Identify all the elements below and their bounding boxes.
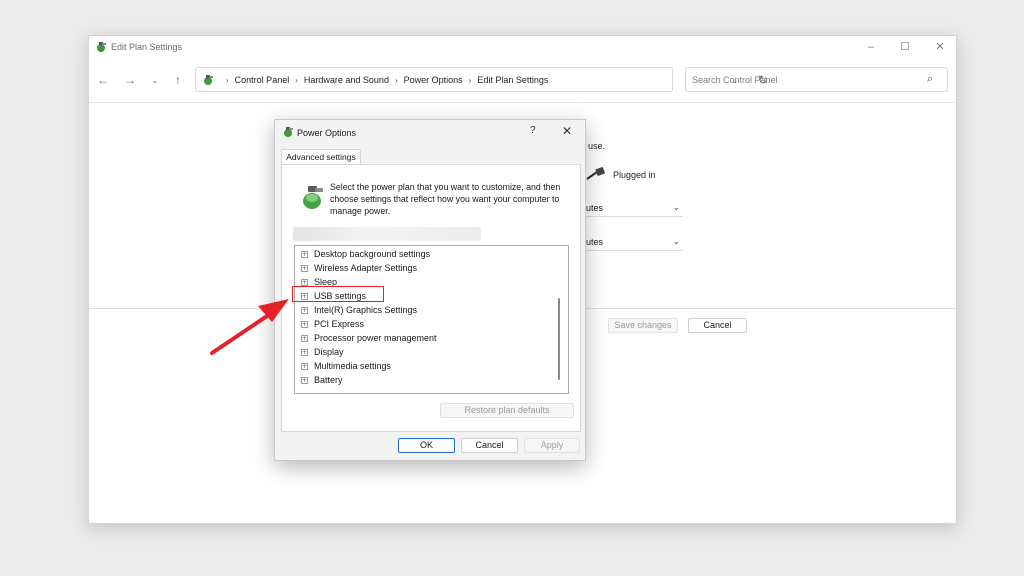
up-arrow-icon[interactable]: ↑ bbox=[170, 72, 186, 88]
tree-item-display[interactable]: + Display bbox=[301, 345, 344, 359]
expand-icon[interactable]: + bbox=[301, 376, 308, 384]
expand-icon[interactable]: + bbox=[301, 278, 308, 286]
expand-icon[interactable]: + bbox=[301, 264, 308, 272]
tree-item-label: Battery bbox=[314, 375, 343, 385]
power-plan-select[interactable] bbox=[293, 227, 481, 241]
address-bar[interactable]: › Control Panel › Hardware and Sound › P… bbox=[195, 67, 768, 92]
back-arrow-icon[interactable]: ← bbox=[95, 72, 111, 88]
tree-item-wireless-adapter[interactable]: + Wireless Adapter Settings bbox=[301, 261, 417, 275]
divider bbox=[89, 102, 956, 103]
breadcrumb-separator-icon: › bbox=[394, 75, 398, 85]
plugged-in-label: Plugged in bbox=[613, 170, 656, 180]
tree-item-label: Intel(R) Graphics Settings bbox=[314, 305, 418, 315]
breadcrumb-separator-icon: › bbox=[468, 75, 472, 85]
dialog-description: Select the power plan that you want to c… bbox=[330, 182, 561, 216]
display-timeout-select[interactable]: inutes ⌄ bbox=[579, 199, 683, 217]
tree-item-multimedia[interactable]: + Multimedia settings bbox=[301, 359, 391, 373]
breadcrumb-separator-icon: › bbox=[226, 75, 229, 85]
usb-settings-highlight-box bbox=[292, 286, 384, 302]
dialog-cancel-button[interactable]: Cancel bbox=[461, 438, 518, 453]
sleep-timeout-select[interactable]: inutes ⌄ bbox=[579, 233, 683, 251]
close-icon[interactable]: ✕ bbox=[933, 40, 947, 54]
tree-item-label: Processor power management bbox=[314, 333, 437, 343]
control-panel-icon bbox=[204, 75, 213, 85]
help-icon[interactable]: ? bbox=[530, 125, 536, 136]
search-icon[interactable]: ⌕ bbox=[927, 73, 933, 86]
restore-plan-defaults-button[interactable]: Restore plan defaults bbox=[440, 403, 574, 418]
maximize-icon[interactable]: ☐ bbox=[898, 40, 912, 54]
minimize-icon[interactable]: – bbox=[864, 40, 878, 54]
save-changes-button[interactable]: Save changes bbox=[608, 318, 678, 333]
battery-plan-icon bbox=[303, 186, 323, 209]
tree-item-pci-express[interactable]: + PCI Express bbox=[301, 317, 364, 331]
breadcrumb-power-options[interactable]: Power Options bbox=[404, 75, 463, 85]
background-text-fragment: use. bbox=[588, 141, 606, 151]
cancel-button[interactable]: Cancel bbox=[688, 318, 747, 333]
dialog-close-icon[interactable]: ✕ bbox=[562, 124, 572, 138]
plug-icon bbox=[586, 167, 605, 180]
expand-icon[interactable]: + bbox=[301, 250, 308, 258]
tab-advanced-settings[interactable]: Advanced settings bbox=[281, 149, 361, 165]
search-input[interactable]: Search Control Panel bbox=[692, 75, 778, 85]
recent-locations-chevron-icon[interactable]: ⌄ bbox=[147, 72, 163, 88]
search-box[interactable]: Search Control Panel ⌕ bbox=[685, 67, 948, 92]
apply-button[interactable]: Apply bbox=[524, 438, 580, 453]
chevron-down-icon: ⌄ bbox=[672, 236, 680, 246]
settings-tree[interactable]: + Desktop background settings + Wireless… bbox=[294, 245, 569, 394]
breadcrumb-edit-plan-settings[interactable]: Edit Plan Settings bbox=[477, 75, 548, 85]
window-title: Edit Plan Settings bbox=[111, 42, 183, 52]
expand-icon[interactable]: + bbox=[301, 320, 308, 328]
chevron-down-icon: ⌄ bbox=[672, 202, 680, 212]
tree-item-label: Multimedia settings bbox=[314, 361, 392, 371]
breadcrumb: › Control Panel › Hardware and Sound › P… bbox=[220, 75, 548, 85]
breadcrumb-control-panel[interactable]: Control Panel bbox=[235, 75, 290, 85]
tree-item-processor-power[interactable]: + Processor power management bbox=[301, 331, 437, 345]
dialog-title: Power Options bbox=[297, 128, 357, 138]
tree-item-label: Display bbox=[314, 347, 344, 357]
power-options-icon bbox=[284, 127, 293, 137]
forward-arrow-icon[interactable]: → bbox=[122, 72, 138, 88]
tree-item-label: PCI Express bbox=[314, 319, 365, 329]
tree-item-label: Wireless Adapter Settings bbox=[314, 263, 418, 273]
breadcrumb-separator-icon: › bbox=[295, 75, 298, 85]
expand-icon[interactable]: + bbox=[301, 306, 308, 314]
expand-icon[interactable]: + bbox=[301, 362, 308, 370]
expand-icon[interactable]: + bbox=[301, 334, 308, 342]
tree-item-intel-graphics[interactable]: + Intel(R) Graphics Settings bbox=[301, 303, 417, 317]
tree-item-battery[interactable]: + Battery bbox=[301, 373, 343, 387]
navigation-bar: ← → ⌄ ↑ › Control Panel › Hardware and S… bbox=[89, 66, 956, 94]
tree-item-label: Desktop background settings bbox=[314, 249, 431, 259]
title-bar: Edit Plan Settings – ☐ ✕ bbox=[89, 36, 956, 58]
tree-scrollbar[interactable] bbox=[558, 298, 560, 380]
expand-icon[interactable]: + bbox=[301, 348, 308, 356]
power-options-icon bbox=[97, 42, 106, 52]
tree-item-desktop-background[interactable]: + Desktop background settings bbox=[301, 247, 430, 261]
ok-button[interactable]: OK bbox=[398, 438, 455, 453]
breadcrumb-hardware-and-sound[interactable]: Hardware and Sound bbox=[304, 75, 389, 85]
